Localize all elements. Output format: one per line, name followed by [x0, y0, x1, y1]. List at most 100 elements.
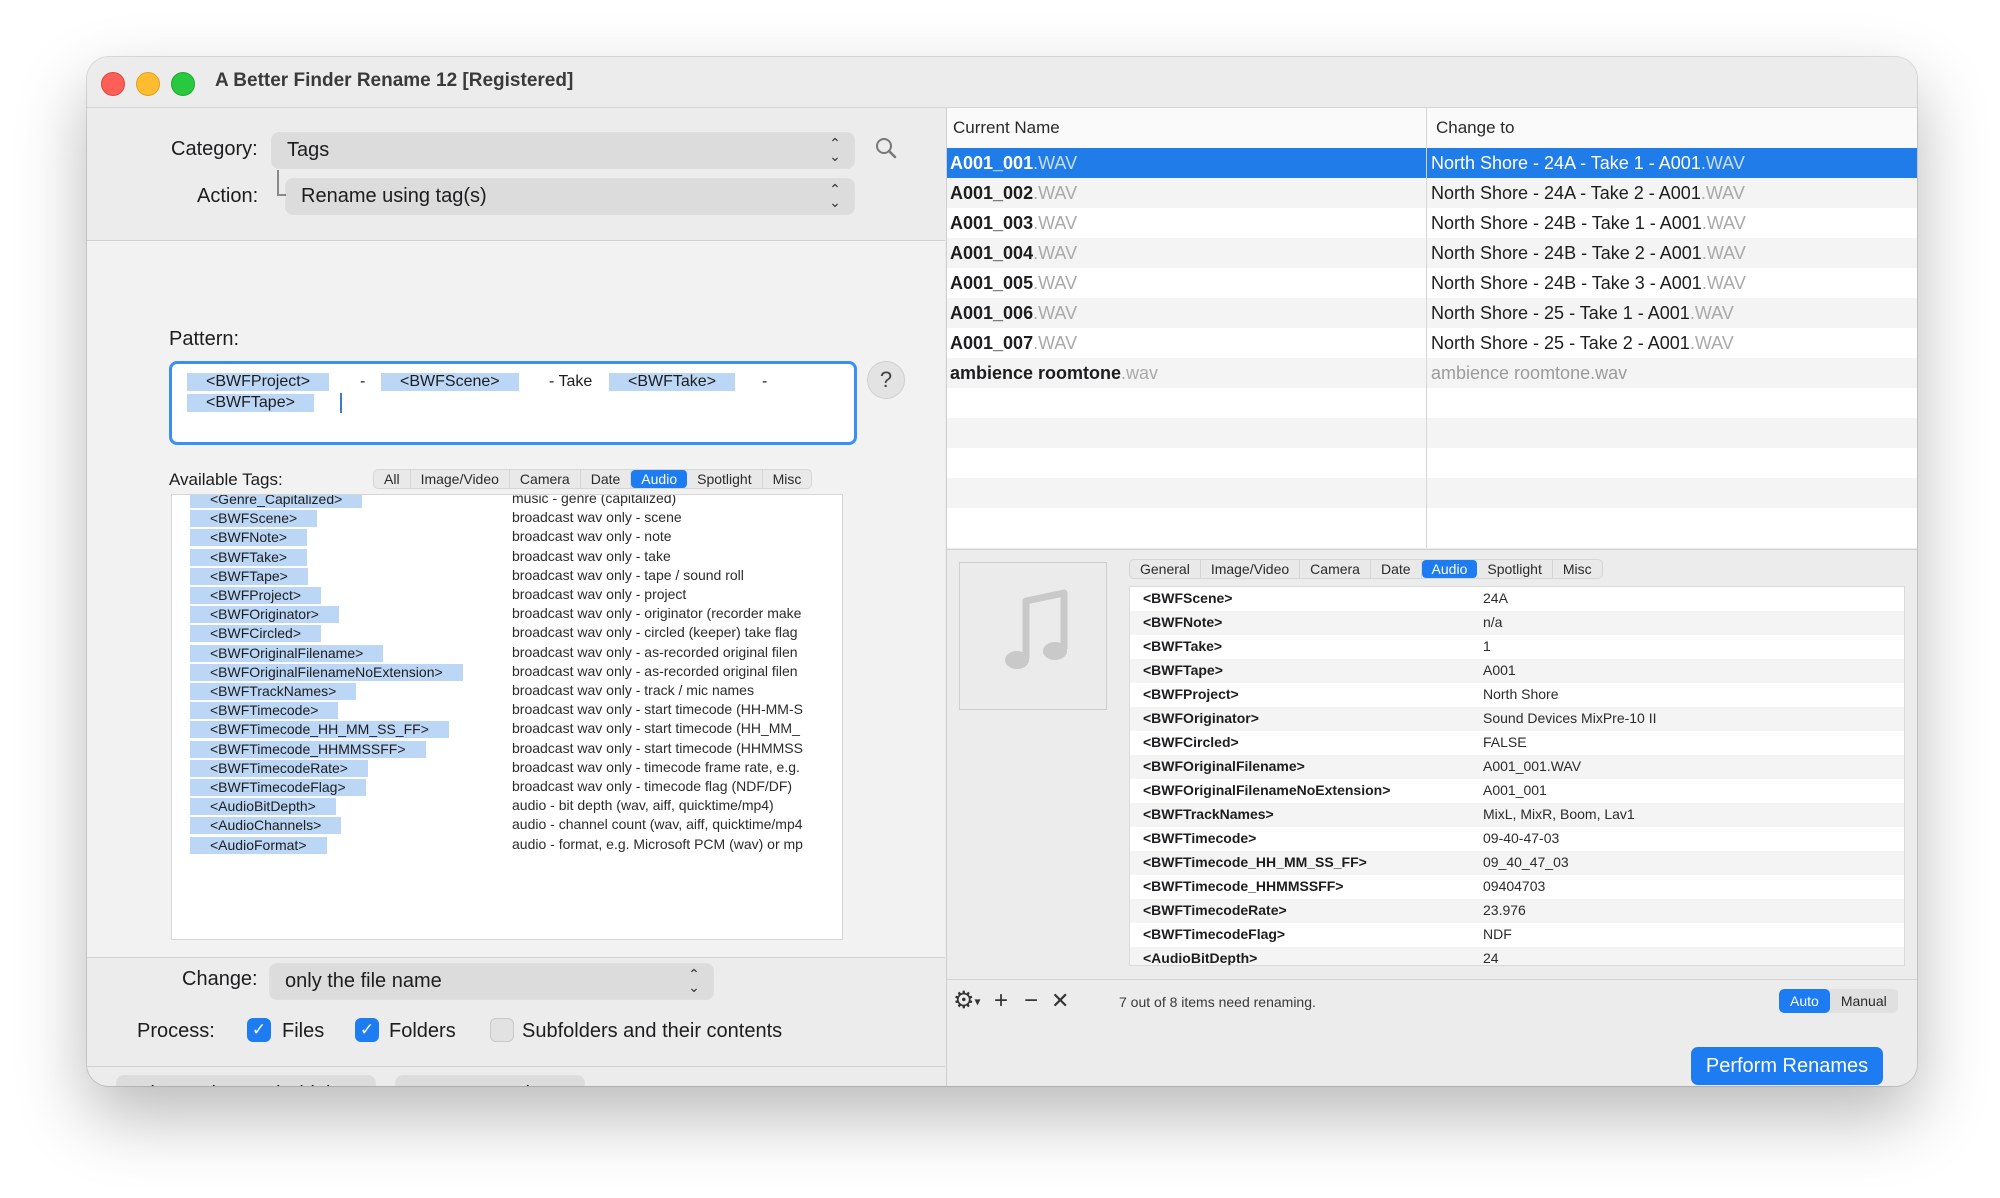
column-header-current-name[interactable]: Current Name: [953, 118, 1060, 138]
tag-tab-all[interactable]: All: [374, 470, 411, 488]
list-item[interactable]: <AudioFormat> audio - format, e.g. Micros…: [172, 835, 842, 854]
tag-token[interactable]: <AudioChannels>: [190, 817, 342, 835]
list-item[interactable]: <BWFOriginator> broadcast wav only - orig…: [172, 604, 842, 624]
metadata-row[interactable]: <BWFTimecode_HH_MM_SS_FF> 09_40_47_03: [1130, 851, 1904, 875]
action-popup[interactable]: Rename using tag(s) ⌃ ⌄: [286, 179, 854, 214]
table-row[interactable]: [947, 448, 1917, 478]
metadata-list[interactable]: <BWFScene> 24A <BWFNote> n/a <BWFTake> 1 <BWFT…: [1129, 586, 1905, 966]
table-row[interactable]: A001_005.WAV North Shore - 24B - Take 3 -…: [947, 268, 1917, 298]
folders-checkbox[interactable]: ✓: [355, 1018, 379, 1042]
list-item[interactable]: <BWFTake> broadcast wav only - take: [172, 547, 842, 566]
metadata-row[interactable]: <BWFTimecodeFlag> NDF: [1130, 923, 1904, 947]
table-row[interactable]: A001_007.WAV North Shore - 25 - Take 2 - …: [947, 328, 1917, 358]
gear-menu-icon[interactable]: ⚙▾: [953, 986, 981, 1017]
subfolders-checkbox[interactable]: [490, 1018, 514, 1042]
tag-token[interactable]: <BWFTimecodeFlag>: [190, 779, 366, 796]
metadata-row[interactable]: <BWFScene> 24A: [1130, 587, 1904, 611]
info-tab-date[interactable]: Date: [1371, 560, 1422, 578]
metadata-row[interactable]: <BWFOriginator> Sound Devices MixPre-10 I…: [1130, 707, 1904, 731]
metadata-row[interactable]: <AudioBitDepth> 24: [1130, 947, 1904, 965]
table-row[interactable]: ambience roomtone.wav ambience roomtone.w…: [947, 358, 1917, 388]
pattern-token[interactable]: <BWFProject>: [187, 373, 330, 391]
minimize-window-button[interactable]: [136, 72, 160, 96]
metadata-row[interactable]: <BWFTimecodeRate> 23.976: [1130, 899, 1904, 923]
list-item[interactable]: <BWFScene> broadcast wav only - scene: [172, 508, 842, 528]
auto-mode-button[interactable]: Auto: [1779, 989, 1830, 1013]
tag-token[interactable]: <BWFOriginalFilename>: [190, 644, 384, 662]
metadata-row[interactable]: <BWFCircled> FALSE: [1130, 731, 1904, 755]
list-item[interactable]: <Genre_Capitalized> music - genre (capita…: [172, 495, 842, 508]
info-tab-image-video[interactable]: Image/Video: [1201, 560, 1301, 578]
info-tab-spotlight[interactable]: Spotlight: [1477, 560, 1553, 578]
metadata-row[interactable]: <BWFOriginalFilename> A001_001.WAV: [1130, 755, 1904, 779]
tag-token[interactable]: <BWFOriginalFilenameNoExtension>: [190, 663, 463, 681]
column-header-change-to[interactable]: Change to: [1436, 118, 1514, 138]
list-item[interactable]: <BWFCircled> broadcast wav only - circled…: [172, 623, 842, 643]
clear-icon[interactable]: ✕: [1051, 986, 1069, 1016]
metadata-row[interactable]: <BWFTake> 1: [1130, 635, 1904, 659]
category-popup[interactable]: Tags ⌃ ⌄: [272, 133, 854, 168]
available-tags-list[interactable]: <Genre_Capitalized> music - genre (capita…: [171, 494, 843, 940]
tag-token[interactable]: <BWFOriginator>: [190, 606, 339, 624]
tag-token[interactable]: <BWFScene>: [190, 510, 318, 528]
tag-token[interactable]: <BWFNote>: [190, 529, 308, 547]
create-droplet-button[interactable]: Create Droplet...: [396, 1076, 584, 1086]
table-row[interactable]: A001_002.WAV North Shore - 24A - Take 2 -…: [947, 178, 1917, 208]
list-item[interactable]: <BWFProject> broadcast wav only - project: [172, 585, 842, 604]
close-window-button[interactable]: [101, 72, 125, 96]
list-item[interactable]: <AudioChannels> audio - channel count (wa…: [172, 815, 842, 835]
metadata-row[interactable]: <BWFTrackNames> MixL, MixR, Boom, Lav1: [1130, 803, 1904, 827]
table-row[interactable]: A001_006.WAV North Shore - 25 - Take 1 - …: [947, 298, 1917, 328]
list-item[interactable]: <BWFTimecode> broadcast wav only - start …: [172, 700, 842, 720]
list-item[interactable]: <AudioBitDepth> audio - bit depth (wav, a…: [172, 796, 842, 816]
list-item[interactable]: <BWFTimecodeFlag> broadcast wav only - ti…: [172, 777, 842, 796]
pattern-token[interactable]: <BWFTake>: [609, 373, 736, 391]
table-row[interactable]: A001_004.WAV North Shore - 24B - Take 2 -…: [947, 238, 1917, 268]
tag-token[interactable]: <BWFProject>: [190, 587, 322, 604]
tag-tab-date[interactable]: Date: [581, 470, 632, 488]
list-item[interactable]: <BWFTimecodeRate> broadcast wav only - ti…: [172, 758, 842, 777]
help-button[interactable]: ?: [867, 361, 905, 399]
list-item[interactable]: <BWFTrackNames> broadcast wav only - trac…: [172, 681, 842, 700]
tag-tab-image-video[interactable]: Image/Video: [411, 470, 510, 488]
tag-token[interactable]: <BWFCircled>: [190, 625, 322, 643]
list-item[interactable]: <BWFTimecode_HH_MM_SS_FF> broadcast wav o…: [172, 719, 842, 739]
tag-token[interactable]: <BWFTrackNames>: [190, 683, 357, 700]
pattern-field[interactable]: <BWFProject> - <BWFScene> - Take <BWFTak…: [169, 361, 857, 445]
tag-tab-audio[interactable]: Audio: [631, 470, 688, 488]
list-item[interactable]: <BWFOriginalFilenameNoExtension> broadcas…: [172, 662, 842, 681]
list-item[interactable]: <BWFTape> broadcast wav only - tape / sou…: [172, 566, 842, 585]
tag-token[interactable]: <BWFTimecode_HHMMSSFF>: [190, 740, 426, 758]
table-row[interactable]: A001_001.WAV North Shore - 24A - Take 1 -…: [947, 148, 1917, 178]
pattern-token[interactable]: <BWFTape>: [187, 394, 314, 412]
tag-token[interactable]: <BWFTake>: [190, 548, 308, 566]
table-row[interactable]: [947, 478, 1917, 508]
tag-token[interactable]: <BWFTimecodeRate>: [190, 759, 368, 777]
files-checkbox[interactable]: ✓: [247, 1018, 271, 1042]
info-tab-audio[interactable]: Audio: [1421, 560, 1478, 578]
table-row[interactable]: A001_003.WAV North Shore - 24B - Take 1 -…: [947, 208, 1917, 238]
zoom-window-button[interactable]: [171, 72, 195, 96]
info-tab-general[interactable]: General: [1130, 560, 1201, 578]
metadata-row[interactable]: <BWFTimecode_HHMMSSFF> 09404703: [1130, 875, 1904, 899]
table-row[interactable]: [947, 388, 1917, 418]
metadata-row[interactable]: <BWFNote> n/a: [1130, 611, 1904, 635]
change-popup[interactable]: only the file name ⌃ ⌄: [270, 964, 713, 999]
table-row[interactable]: [947, 508, 1917, 538]
show-advanced-sidebar-button[interactable]: Show Advanced Sidebar: [117, 1076, 375, 1086]
remove-icon[interactable]: −: [1024, 986, 1038, 1016]
perform-renames-button[interactable]: Perform Renames: [1691, 1047, 1883, 1085]
tag-token[interactable]: <Genre_Capitalized>: [190, 495, 363, 508]
pattern-token[interactable]: <BWFScene>: [381, 373, 519, 391]
tag-token[interactable]: <AudioFormat>: [190, 836, 327, 854]
manual-mode-button[interactable]: Manual: [1830, 989, 1898, 1013]
list-item[interactable]: <BWFOriginalFilename> broadcast wav only …: [172, 643, 842, 662]
info-tab-misc[interactable]: Misc: [1553, 560, 1602, 578]
tag-token[interactable]: <BWFTimecode_HH_MM_SS_FF>: [190, 721, 449, 739]
tag-token[interactable]: <AudioBitDepth>: [190, 798, 336, 816]
tag-token[interactable]: <BWFTape>: [190, 567, 308, 585]
list-item[interactable]: <BWFNote> broadcast wav only - note: [172, 527, 842, 547]
metadata-row[interactable]: <BWFTimecode> 09-40-47-03: [1130, 827, 1904, 851]
tag-tab-misc[interactable]: Misc: [763, 470, 812, 488]
search-icon[interactable]: [874, 136, 898, 160]
